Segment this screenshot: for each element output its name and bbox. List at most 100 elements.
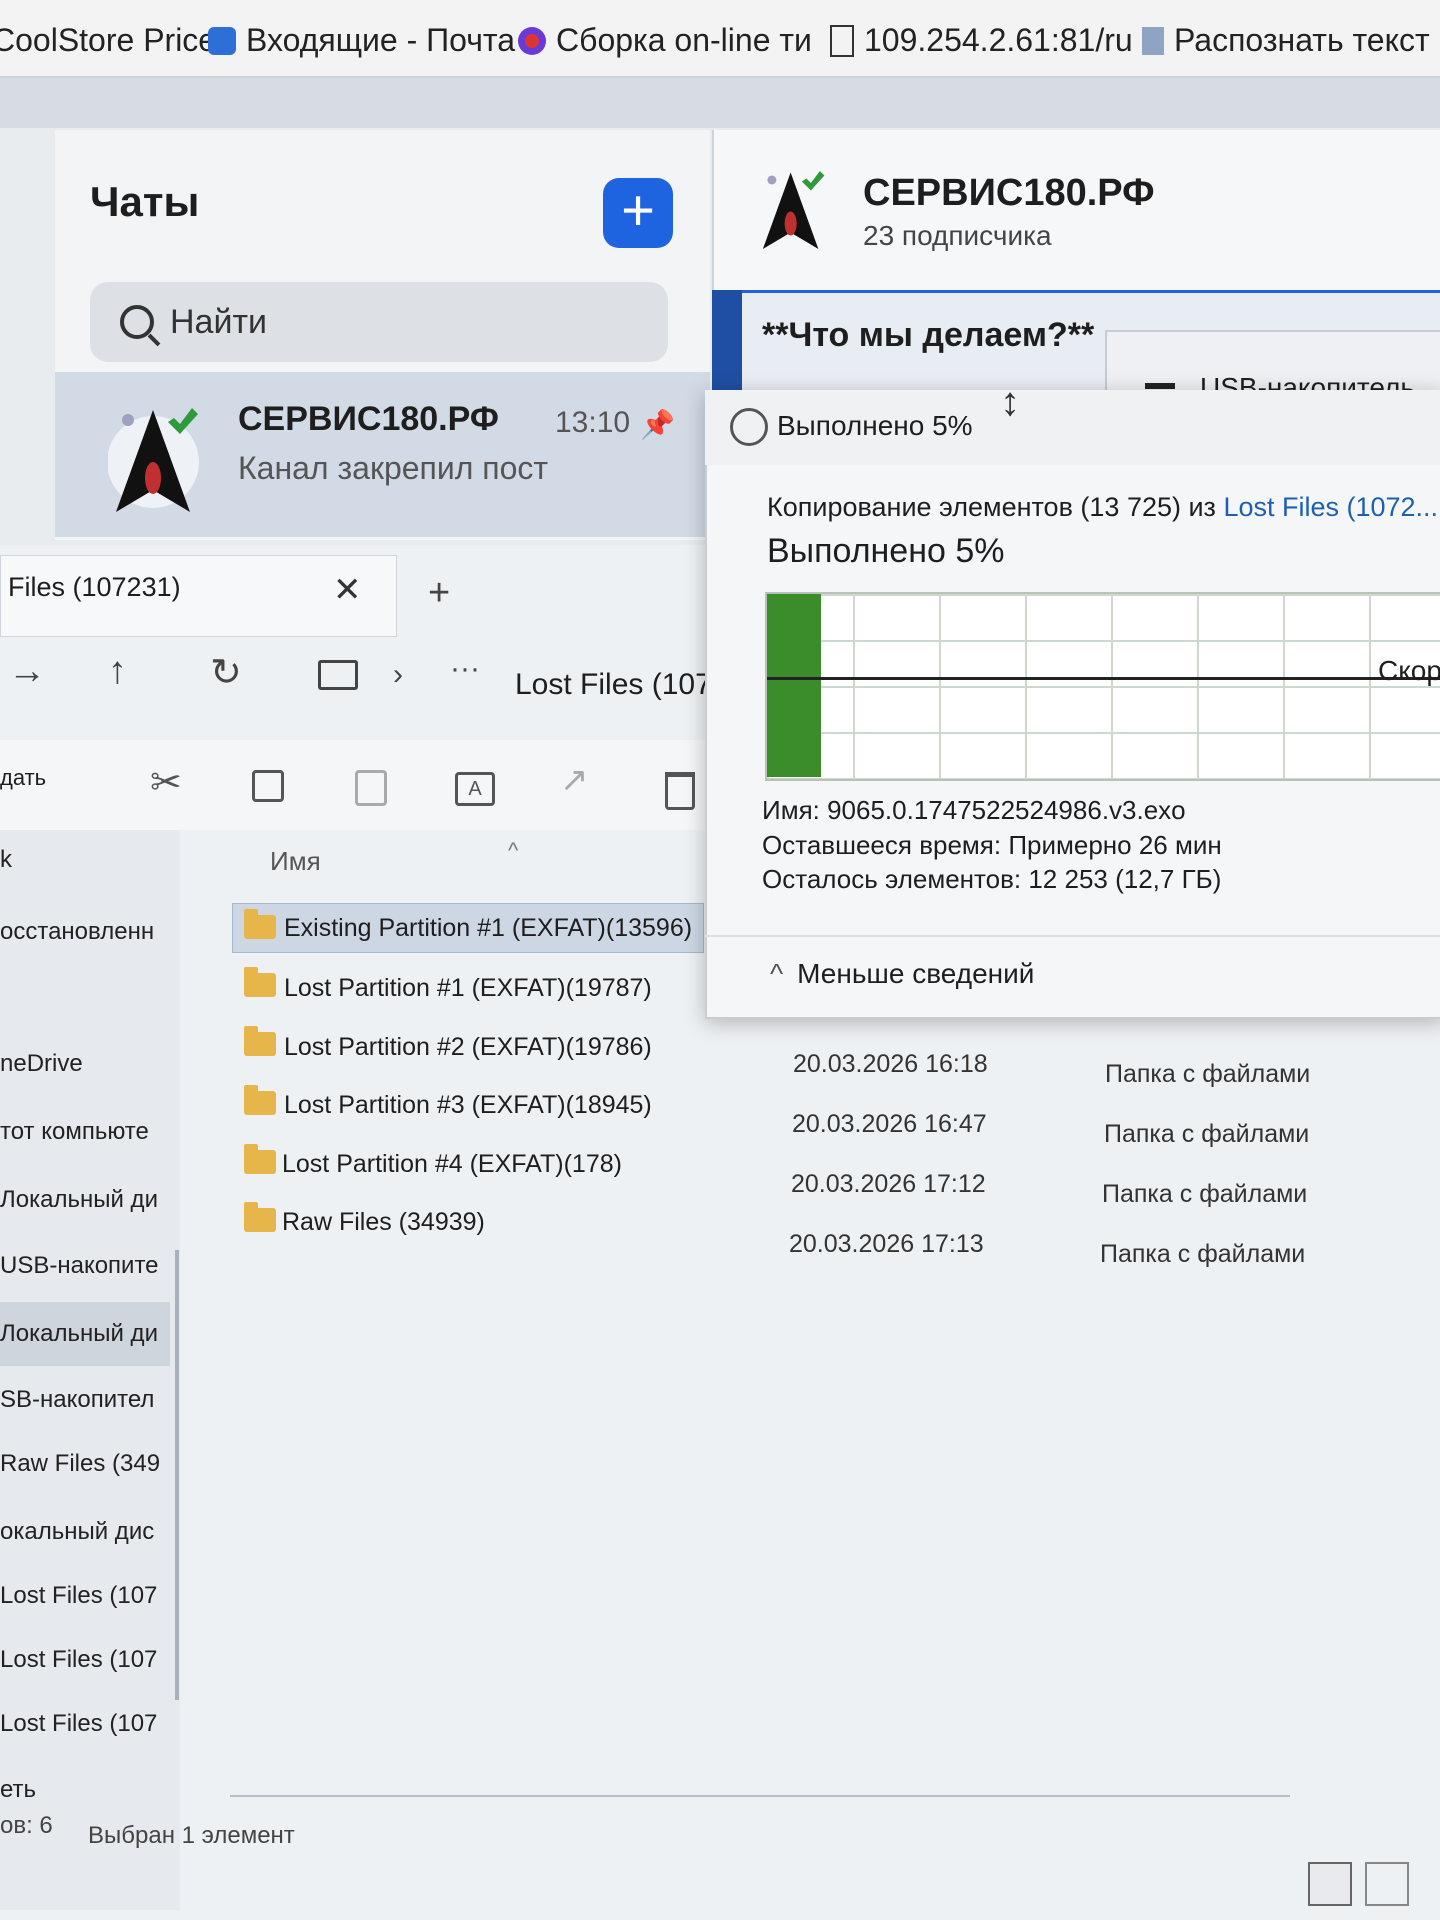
file-explorer-content: [705, 1015, 1440, 1920]
nav-item-usb[interactable]: SB-накопител: [0, 1386, 160, 1414]
speed-label: Скор: [1378, 655, 1440, 686]
explorer-tab-title: Files (107231): [8, 572, 181, 602]
pin-icon: 📌: [640, 409, 675, 440]
less-details-button[interactable]: ^ Меньше сведений: [770, 958, 1034, 990]
bookmark-label: Сборка on-line ти: [556, 22, 812, 58]
create-button[interactable]: дать: [0, 765, 46, 791]
status-item-count: ов: 6: [0, 1812, 53, 1839]
folder-icon: [244, 1085, 276, 1115]
mail-icon: [208, 26, 236, 55]
drive-icon: [1145, 383, 1175, 389]
puzzle-icon: [518, 26, 546, 55]
bookmarks-bar: CoolStore Price Входящие - Почта Сборка …: [0, 0, 1440, 78]
file-name: Lost Partition #3 (EXFAT)(18945): [284, 1091, 652, 1119]
delete-icon[interactable]: [665, 772, 695, 810]
nav-item-local-disk[interactable]: Локальный ди: [0, 1186, 160, 1214]
more-icon[interactable]: ···: [450, 652, 480, 686]
cut-icon[interactable]: ✂: [150, 760, 182, 805]
refresh-icon[interactable]: ↻: [210, 650, 242, 695]
chat-item-time: 13:10: [555, 406, 631, 439]
breadcrumb-chevron-icon: ›: [393, 658, 403, 691]
status-selection: Выбран 1 элемент: [88, 1822, 295, 1849]
less-details-label: Меньше сведений: [797, 958, 1035, 989]
copy-source-link[interactable]: Lost Files (1072...: [1223, 492, 1438, 522]
dialog-divider: [705, 935, 1440, 937]
nav-item[interactable]: k: [0, 846, 160, 874]
pinned-message-text: **Что мы делаем?**: [762, 316, 1095, 354]
nav-item-lost-files[interactable]: Lost Files (107: [0, 1582, 160, 1610]
chevron-up-icon: ^: [770, 958, 784, 989]
bookmark-ip[interactable]: 109.254.2.61:81/ru: [830, 22, 1133, 59]
new-chat-button[interactable]: +: [603, 178, 673, 248]
file-name: Raw Files (34939): [282, 1208, 485, 1236]
bookmark-label: 109.254.2.61:81/ru: [864, 22, 1133, 58]
nav-item-network[interactable]: еть: [0, 1776, 160, 1804]
bookmark-sborka[interactable]: Сборка on-line ти: [518, 22, 812, 59]
bookmark-coolstore[interactable]: CoolStore Price: [0, 22, 216, 59]
speed-graph: [765, 592, 1440, 781]
nav-item-onedrive[interactable]: neDrive: [0, 1050, 160, 1078]
nav-item-this-pc[interactable]: тот компьюте: [0, 1118, 160, 1146]
file-name: Lost Partition #4 (EXFAT)(178): [282, 1150, 622, 1178]
search-input[interactable]: Найти: [90, 282, 668, 362]
tiles-view-icon[interactable]: [1365, 1862, 1409, 1906]
search-icon: [120, 305, 154, 339]
bookmark-mail[interactable]: Входящие - Почта: [208, 22, 515, 59]
status-divider: [230, 1795, 1290, 1797]
items-remaining: Осталось элементов: 12 253 (12,7 ГБ): [762, 864, 1222, 894]
file-date: 20.03.2026 17:12: [791, 1170, 986, 1198]
folder-icon: [244, 1202, 276, 1232]
nav-item-lost-files[interactable]: Lost Files (107: [0, 1710, 160, 1738]
progress-percent-label: Выполнено 5%: [767, 532, 1005, 570]
file-name: Lost Partition #2 (EXFAT)(19786): [284, 1033, 652, 1061]
file-date: 20.03.2026 16:18: [793, 1050, 988, 1078]
nav-item-usb[interactable]: USB-накопите: [0, 1252, 160, 1280]
document-icon: [1142, 26, 1164, 55]
current-file-name: Имя: 9065.0.1747522524986.v3.exo: [762, 795, 1186, 825]
close-tab-icon[interactable]: ✕: [333, 570, 362, 610]
file-type: Папка с файлами: [1104, 1120, 1310, 1148]
bookmark-label: Распознать текст: [1174, 22, 1430, 58]
forward-icon[interactable]: →: [8, 650, 46, 693]
file-type: Папка с файлами: [1105, 1060, 1311, 1088]
bookmark-ocr[interactable]: Распознать текст: [1142, 22, 1430, 59]
rename-icon[interactable]: A: [455, 772, 495, 806]
dialog-title: Выполнено 5%: [777, 410, 973, 441]
copy-description-prefix: Копирование элементов (13 725) из: [767, 492, 1224, 522]
share-icon[interactable]: ↗: [560, 760, 589, 800]
nav-item-raw-files[interactable]: Raw Files (349: [0, 1450, 160, 1478]
this-pc-icon[interactable]: [318, 660, 358, 690]
browser-toolbar: [0, 78, 1440, 128]
nav-item-local-disk-selected[interactable]: Локальный ди: [0, 1320, 160, 1348]
column-header-name[interactable]: Имя: [270, 846, 321, 877]
copy-description: Копирование элементов (13 725) из Lost F…: [767, 492, 1440, 523]
breadcrumb-path[interactable]: Lost Files (107: [515, 668, 712, 702]
copy-icon[interactable]: [252, 770, 284, 802]
up-icon[interactable]: ↑: [108, 650, 127, 693]
file-type: Папка с файлами: [1102, 1180, 1308, 1208]
speed-line: [767, 677, 1440, 680]
page-icon: [830, 24, 854, 57]
nav-item-lost-files[interactable]: Lost Files (107: [0, 1646, 160, 1674]
time-remaining: Оставшееся время: Примерно 26 мин: [762, 830, 1222, 860]
nav-item-local-disk[interactable]: окальный дис: [0, 1518, 160, 1546]
folder-icon: [244, 1026, 276, 1056]
navigation-pane: [0, 830, 180, 1910]
file-name: Lost Partition #1 (EXFAT)(19787): [284, 974, 652, 1002]
nav-item[interactable]: осстановленн: [0, 918, 160, 946]
explorer-command-bar: [0, 740, 705, 830]
details-view-icon[interactable]: [1308, 1862, 1352, 1906]
bookmark-label: Входящие - Почта: [246, 22, 516, 58]
folder-icon: [244, 1144, 276, 1174]
new-tab-icon[interactable]: +: [428, 572, 450, 615]
folder-icon: [244, 967, 276, 997]
sort-ascending-icon: ^: [508, 838, 519, 863]
navigation-scrollbar[interactable]: [175, 1250, 179, 1700]
channel-header-logo-icon: [762, 171, 825, 249]
folder-icon: [244, 909, 276, 939]
paste-icon[interactable]: [355, 770, 387, 806]
chat-item-name: СЕРВИС180.РФ: [238, 400, 499, 438]
bookmark-label: CoolStore Price: [0, 22, 217, 58]
channel-subscribers: 23 подписчика: [863, 220, 1052, 251]
search-placeholder: Найти: [170, 302, 268, 341]
